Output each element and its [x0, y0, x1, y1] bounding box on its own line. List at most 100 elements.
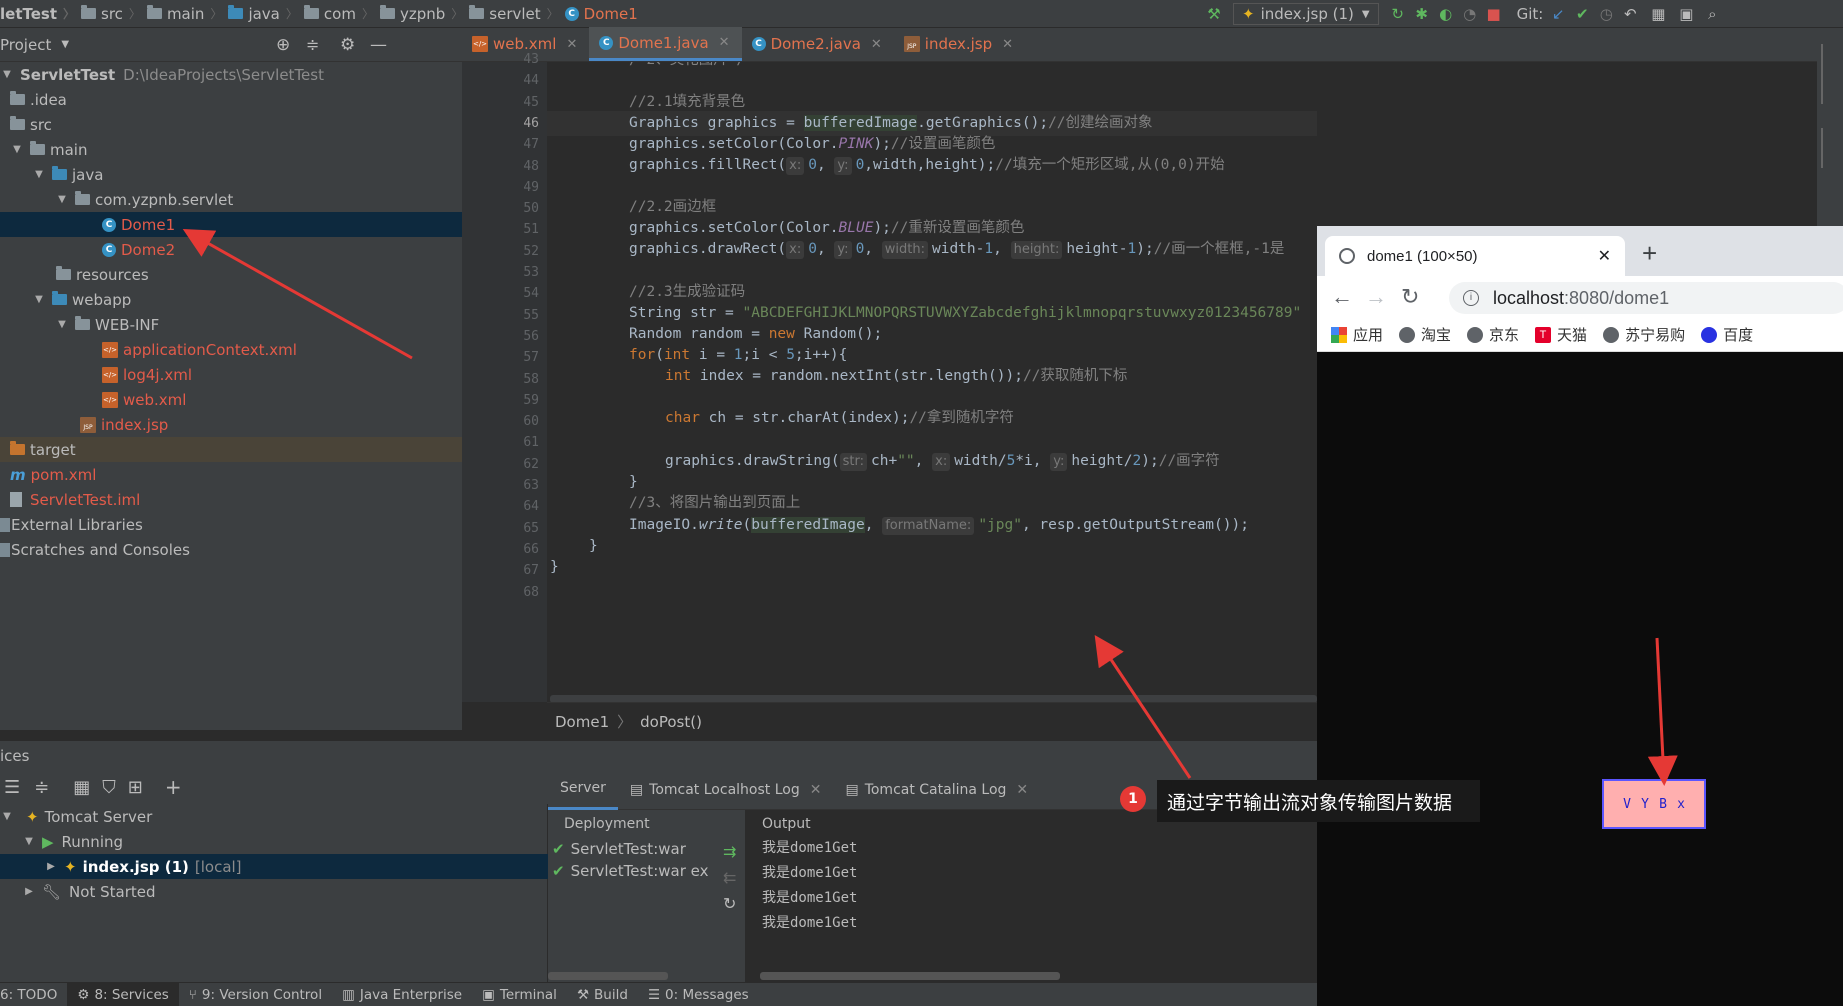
locate-icon[interactable]: ⊕ — [276, 35, 290, 55]
tab-tomcat-localhost-log[interactable]: ▤ Tomcat Localhost Log ✕ — [618, 770, 834, 810]
tree-item-package[interactable]: ▼ com.yzpnb.servlet — [0, 187, 462, 212]
service-index-jsp[interactable]: ▶ ✦ index.jsp (1) [local] — [0, 854, 548, 879]
profile-icon[interactable]: ◔ — [1461, 5, 1479, 23]
breadcrumb-method[interactable]: doPost() — [640, 713, 702, 731]
rerun-icon[interactable]: ↻ — [1389, 5, 1407, 23]
tool-build[interactable]: ⚒ Build — [567, 983, 638, 1006]
refresh-icon[interactable]: ↻ — [723, 894, 736, 913]
tree-item-index-jsp[interactable]: JSP index.jsp — [0, 412, 462, 437]
close-icon[interactable]: ✕ — [1598, 246, 1611, 266]
add-icon[interactable]: + — [165, 775, 182, 799]
tree-item-log4j[interactable]: </> log4j.xml — [0, 362, 462, 387]
database-tool-button[interactable] — [1821, 44, 1839, 104]
tree-item-scratches[interactable]: Scratches and Consoles — [0, 537, 462, 562]
breadcrumb-src[interactable]: src 〉 — [81, 5, 145, 23]
ant-tool-button[interactable] — [1821, 128, 1839, 168]
tree-item-web-inf[interactable]: ▼ WEB-INF — [0, 312, 462, 337]
undeploy-icon[interactable]: ⇇ — [723, 868, 736, 887]
tool-java-enterprise[interactable]: ▥ Java Enterprise — [332, 983, 472, 1006]
build-hammer-icon[interactable]: ⚒ — [1205, 5, 1223, 23]
bookmark-suning[interactable]: 苏宁易购 — [1603, 324, 1685, 345]
expand-arrow-icon[interactable]: ▼ — [55, 194, 69, 205]
close-icon[interactable]: ✕ — [871, 37, 882, 52]
expand-all-icon[interactable]: ☰ — [4, 777, 20, 798]
tool-terminal[interactable]: ▣ Terminal — [472, 983, 567, 1006]
git-history-icon[interactable]: ◷ — [1597, 5, 1615, 23]
breadcrumb-com[interactable]: com 〉 — [303, 5, 378, 23]
run-config-select[interactable]: ✦ index.jsp (1) ▼ — [1233, 3, 1379, 25]
group-by-icon[interactable]: ▦ — [73, 777, 90, 798]
tree-item-java[interactable]: ▼ java — [0, 162, 462, 187]
code-editor[interactable]: /*2、美化图片*/ //2.1填充背景色 Graphics graphics … — [547, 62, 1317, 702]
tree-item-applicationcontext[interactable]: </> applicationContext.xml — [0, 337, 462, 362]
deployment-item[interactable]: ✔ ServletTest:war — [552, 840, 686, 858]
tree-item-webapp[interactable]: ▼ webapp — [0, 287, 462, 312]
tool-todo[interactable]: 6: TODO — [0, 983, 67, 1006]
collapse-all-icon[interactable]: ≑ — [306, 35, 319, 54]
expand-arrow-icon[interactable]: ▼ — [10, 144, 24, 155]
chevron-down-icon[interactable]: ▼ — [61, 39, 69, 50]
bookmark-baidu[interactable]: 百度 — [1701, 324, 1753, 345]
tab-index-jsp[interactable]: JSP index.jsp ✕ — [894, 27, 1025, 61]
breadcrumb-yzpnb[interactable]: yzpnb 〉 — [379, 5, 467, 23]
search-everywhere-icon[interactable]: ⌕ — [1703, 5, 1721, 23]
tree-item-external-libraries[interactable]: External Libraries — [0, 512, 462, 537]
breadcrumb-java[interactable]: java 〉 — [228, 5, 301, 23]
tool-services[interactable]: ⚙ 8: Services — [67, 982, 179, 1006]
address-bar[interactable]: i localhost:8080/dome1 — [1449, 282, 1843, 314]
tab-tomcat-catalina-log[interactable]: ▤ Tomcat Catalina Log ✕ — [833, 770, 1040, 810]
tool-messages[interactable]: ☰ 0: Messages — [638, 983, 759, 1006]
reload-icon[interactable]: ↻ — [1401, 284, 1419, 310]
close-icon[interactable]: ✕ — [566, 37, 577, 52]
expand-arrow-icon[interactable]: ▼ — [55, 319, 69, 330]
bookmark-tmall[interactable]: T 天猫 — [1535, 324, 1587, 345]
breadcrumb-dome1[interactable]: C Dome1 — [564, 5, 638, 23]
tab-dome1-java[interactable]: C Dome1.java ✕ — [589, 27, 742, 61]
expand-arrow-icon[interactable]: ▼ — [32, 294, 46, 305]
expand-arrow-icon[interactable]: ▼ — [0, 69, 14, 80]
tree-item-dome2[interactable]: C Dome2 — [0, 237, 462, 262]
expand-arrow-icon[interactable]: ▶ — [22, 886, 36, 897]
gear-icon[interactable]: ⚙ — [340, 35, 355, 55]
tree-item-src[interactable]: src — [0, 112, 462, 137]
minimize-icon[interactable]: — — [370, 35, 387, 55]
coverage-icon[interactable]: ◐ — [1437, 5, 1455, 23]
stop-icon[interactable]: ■ — [1485, 5, 1503, 23]
project-panel-title[interactable]: Project — [0, 36, 51, 54]
close-icon[interactable]: ✕ — [1002, 37, 1013, 52]
service-not-started[interactable]: ▶ 🔧︎ Not Started — [0, 879, 548, 904]
filter-icon[interactable]: ⛉ — [102, 777, 116, 798]
breadcrumb-class[interactable]: Dome1 — [555, 713, 609, 731]
bookmark-taobao[interactable]: 淘宝 — [1399, 324, 1451, 345]
expand-arrow-icon[interactable]: ▼ — [0, 811, 14, 822]
project-structure-icon[interactable]: ▦ — [1649, 5, 1667, 23]
bookmark-jd[interactable]: 京东 — [1467, 324, 1519, 345]
git-commit-icon[interactable]: ✔ — [1573, 5, 1591, 23]
service-running[interactable]: ▼ ▶ Running — [0, 829, 548, 854]
breadcrumb-servlet[interactable]: servlet 〉 — [469, 5, 562, 23]
bookmark-apps[interactable]: 应用 — [1331, 324, 1383, 345]
tab-server[interactable]: Server — [548, 770, 618, 810]
tree-item-dome1[interactable]: C Dome1 — [0, 212, 462, 237]
expand-arrow-icon[interactable]: ▼ — [32, 169, 46, 180]
deploy-icon[interactable]: ⇉ — [723, 842, 736, 861]
tree-item-iml[interactable]: ServletTest.iml — [0, 487, 462, 512]
new-service-icon[interactable]: ⊞ — [128, 777, 143, 798]
tree-item-servlettest[interactable]: ▼ ServletTest D:\IdeaProjects\ServletTes… — [0, 62, 462, 87]
breadcrumb-project[interactable]: letTest 〉 — [0, 5, 79, 23]
expand-arrow-icon[interactable]: ▶ — [44, 861, 58, 872]
close-icon[interactable]: ✕ — [719, 35, 730, 50]
tree-item-pom[interactable]: m pom.xml — [0, 462, 462, 487]
new-tab-icon[interactable]: + — [1642, 238, 1657, 269]
close-icon[interactable]: ✕ — [1016, 782, 1028, 798]
service-tomcat-server[interactable]: ▼ ✦ Tomcat Server — [0, 804, 548, 829]
git-update-icon[interactable]: ↙ — [1549, 5, 1567, 23]
tree-item-resources[interactable]: resources — [0, 262, 462, 287]
forward-icon[interactable]: → — [1365, 284, 1387, 310]
tree-item-web-xml[interactable]: </> web.xml — [0, 387, 462, 412]
tree-item-main[interactable]: ▼ main — [0, 137, 462, 162]
tool-version-control[interactable]: ⑂ 9: Version Control — [179, 983, 332, 1006]
output-scrollbar[interactable] — [760, 972, 1060, 980]
expand-arrow-icon[interactable]: ▼ — [22, 836, 36, 847]
tab-dome2-java[interactable]: C Dome2.java ✕ — [742, 27, 894, 61]
